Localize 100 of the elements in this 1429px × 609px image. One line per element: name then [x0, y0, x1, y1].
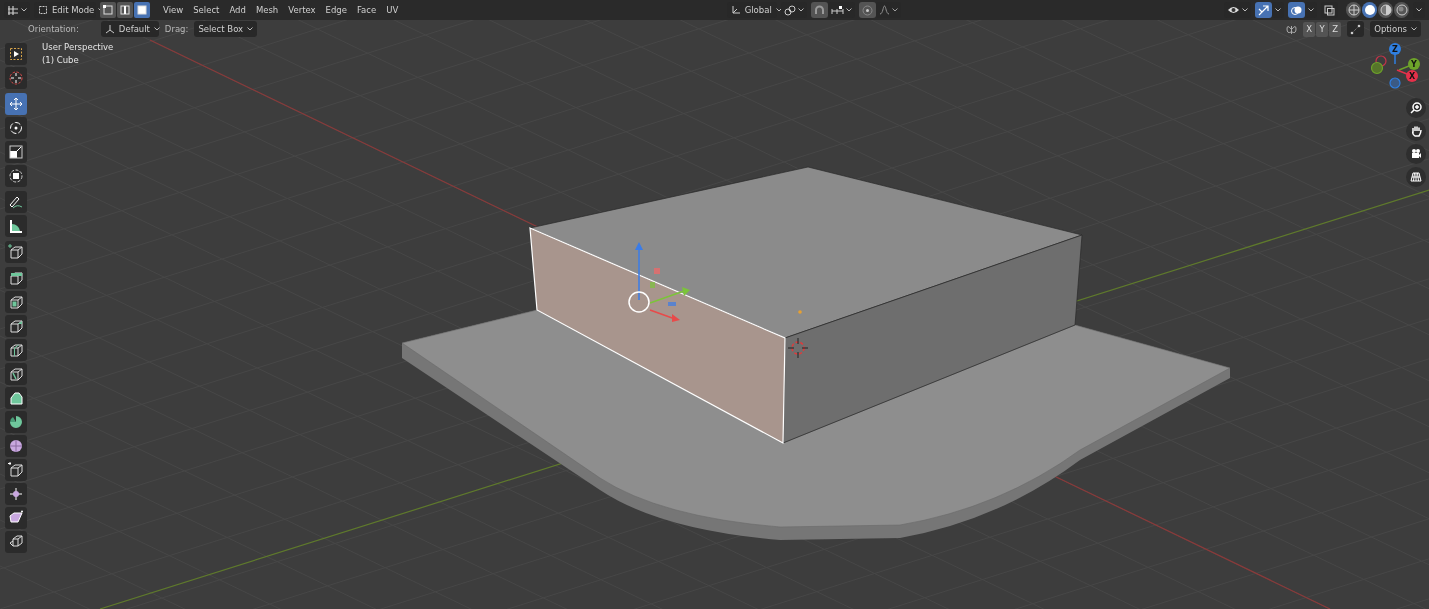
- move-arrows-icon: [8, 96, 24, 112]
- object-name: (1) Cube: [42, 55, 80, 66]
- mode-label: Edit Mode: [52, 5, 95, 15]
- solid-sphere-icon: [1363, 4, 1376, 16]
- tool-button[interactable]: [5, 387, 27, 409]
- orientation-label: Global: [744, 5, 772, 15]
- transform-icon: [8, 168, 24, 184]
- caret-icon: [1411, 27, 1417, 31]
- crosshair-icon: [8, 70, 24, 86]
- shading-button[interactable]: [1378, 2, 1393, 18]
- shading-button[interactable]: [1394, 2, 1409, 18]
- tool-button[interactable]: [5, 165, 27, 187]
- overlap-circles-icon: [1291, 4, 1302, 16]
- tool-button[interactable]: [5, 339, 27, 361]
- tool-button[interactable]: [5, 459, 27, 481]
- mirror-axis-toggle[interactable]: X: [1303, 21, 1316, 37]
- inset-cube-icon: [8, 294, 24, 310]
- mirror-axis-toggle[interactable]: Z: [1329, 21, 1342, 37]
- 3d-cursor-icon: [787, 337, 809, 359]
- mirror-axis-toggle[interactable]: Y: [1316, 21, 1329, 37]
- tool-button[interactable]: [5, 191, 27, 213]
- tool-button[interactable]: [5, 241, 27, 263]
- loop-cut-cube-icon: [8, 342, 24, 358]
- butterfly-icon: [1286, 23, 1298, 35]
- tool-button[interactable]: [5, 291, 27, 313]
- axes-grid-icon: [7, 4, 19, 16]
- pivot-axes-icon: [104, 24, 115, 34]
- gizmo-toggle[interactable]: [1255, 2, 1272, 18]
- auto-merge-toggle[interactable]: [1347, 21, 1365, 37]
- tool-button[interactable]: [5, 117, 27, 139]
- xray-toggle[interactable]: [1321, 2, 1338, 18]
- caret-icon: [845, 8, 852, 12]
- tool-button[interactable]: [5, 215, 27, 237]
- poly-build-icon: [8, 390, 24, 406]
- axes-icon: [730, 5, 741, 15]
- tool-button[interactable]: [5, 141, 27, 163]
- camera-view-button[interactable]: [1406, 144, 1426, 164]
- knife-cube-icon: [8, 366, 24, 382]
- menu-item[interactable]: Select: [188, 2, 225, 18]
- perspective-toggle[interactable]: [1406, 167, 1426, 187]
- select-mode-button[interactable]: [100, 2, 116, 18]
- drag-label: Drag:: [164, 24, 189, 34]
- diagonal-dots-icon: [1350, 23, 1362, 35]
- tool-button[interactable]: [5, 315, 27, 337]
- tool-button[interactable]: [5, 531, 27, 553]
- tool-button[interactable]: [5, 43, 27, 65]
- overlays-toggle[interactable]: [1288, 2, 1305, 18]
- zoom-button[interactable]: [1406, 98, 1426, 118]
- mesh-box-icon: [38, 5, 48, 15]
- caret-icon: [1416, 8, 1422, 12]
- negative-axis-handles[interactable]: [1370, 55, 1401, 89]
- menu-item[interactable]: Add: [224, 2, 251, 18]
- tool-button[interactable]: [5, 435, 27, 457]
- shading-button[interactable]: [1362, 2, 1377, 18]
- tool-button[interactable]: [5, 483, 27, 505]
- view-name: User Perspective: [42, 42, 114, 53]
- shrink-arrows-icon: [8, 486, 24, 502]
- caret-icon: [1242, 8, 1248, 12]
- pan-button[interactable]: [1406, 121, 1426, 141]
- bevel-cube-icon: [8, 318, 24, 334]
- spin-icon: [8, 414, 24, 430]
- arrows-icon: [1258, 4, 1269, 16]
- caret-icon: [153, 27, 160, 31]
- tool-button[interactable]: [5, 363, 27, 385]
- caret-icon: [1308, 8, 1314, 12]
- hand-icon: [1410, 125, 1422, 137]
- edge-slide-cube-icon: [8, 462, 24, 478]
- eye-icon: [1227, 5, 1240, 15]
- ruler-icon: [8, 218, 24, 234]
- shading-button[interactable]: [1346, 2, 1361, 18]
- menu-item[interactable]: Edge: [320, 2, 352, 18]
- tool-button[interactable]: [5, 411, 27, 433]
- drag-dropdown[interactable]: Select Box: [194, 21, 258, 37]
- options-dropdown[interactable]: Options: [1370, 21, 1421, 37]
- proportional-edit-toggle[interactable]: [858, 2, 876, 18]
- box-select-icon: [8, 46, 24, 62]
- edge-select-icon: [120, 5, 130, 15]
- menu-item[interactable]: Face: [352, 2, 382, 18]
- menu-item[interactable]: Mesh: [250, 2, 284, 18]
- caret-icon: [247, 27, 254, 31]
- caret-icon: [775, 8, 782, 12]
- snap-toggle[interactable]: [810, 2, 828, 18]
- tool-button[interactable]: [5, 507, 27, 529]
- tool-button[interactable]: [5, 267, 27, 289]
- menu-item[interactable]: Vertex: [283, 2, 321, 18]
- orientation-dropdown[interactable]: Default: [100, 21, 159, 37]
- select-mode-button[interactable]: [117, 2, 133, 18]
- move-gizmo[interactable]: [628, 242, 690, 322]
- rip-cube-icon: [8, 534, 24, 550]
- wireframe-sphere-icon: [1347, 4, 1360, 16]
- caret-icon: [891, 8, 898, 12]
- orientation-value: Default: [118, 24, 150, 34]
- drag-value: Select Box: [198, 24, 244, 34]
- caret-icon: [797, 8, 804, 12]
- menu-item[interactable]: View: [158, 2, 189, 18]
- menu-item[interactable]: UV: [381, 2, 404, 18]
- rotate-icon: [8, 120, 24, 136]
- select-mode-button[interactable]: [134, 2, 150, 18]
- tool-button[interactable]: [5, 93, 27, 115]
- link-icon: [783, 4, 796, 16]
